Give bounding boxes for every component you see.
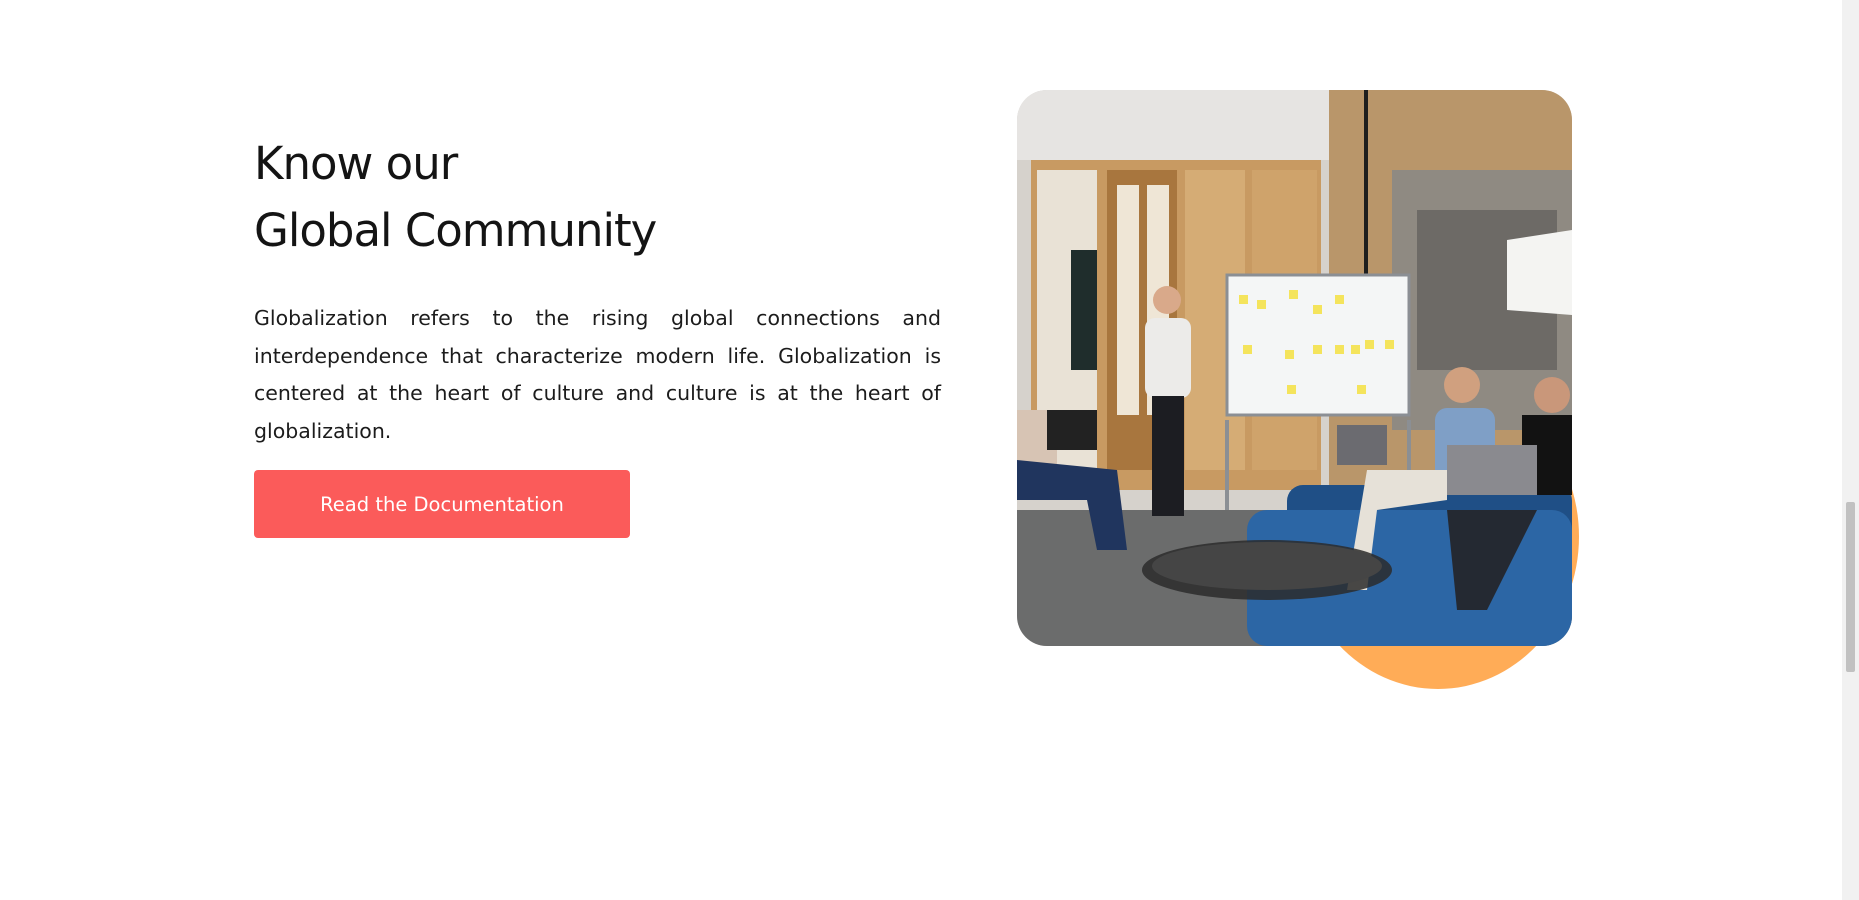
read-documentation-button[interactable]: Read the Documentation: [254, 470, 630, 538]
section-title-line-2: Global Community: [254, 204, 657, 257]
section-description: Globalization refers to the rising globa…: [254, 306, 941, 443]
page-scrollbar[interactable]: [1842, 0, 1859, 900]
team-meeting-photo: [1017, 90, 1572, 646]
scrollbar-thumb[interactable]: [1846, 502, 1855, 672]
community-text: Know our Global Community Globalization …: [254, 130, 941, 538]
section-title-line-1: Know our: [254, 137, 458, 190]
section-title: Know our Global Community: [254, 130, 941, 264]
